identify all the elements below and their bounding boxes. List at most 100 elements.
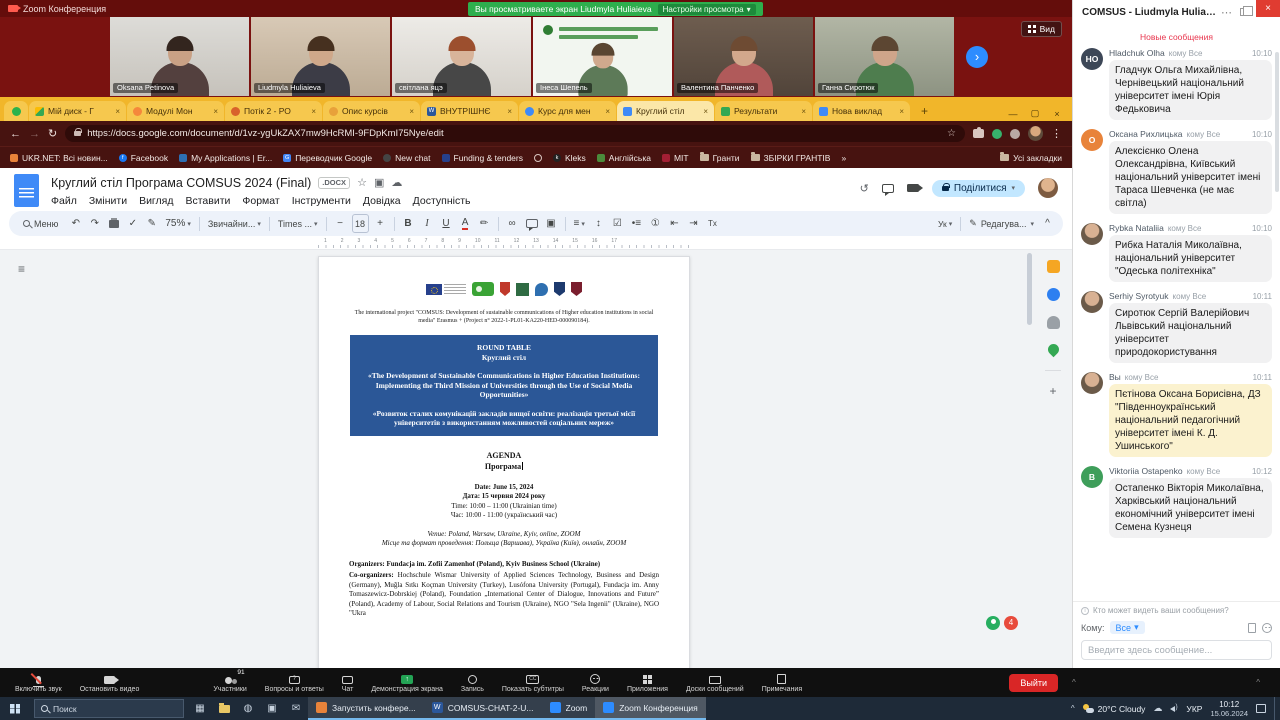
bookmark-star-icon[interactable]: ☆ — [947, 128, 956, 139]
bookmark-facebook[interactable]: f Facebook — [119, 153, 168, 163]
onedrive-icon[interactable]: ☁ — [1153, 703, 1162, 714]
chat-message-list[interactable]: HO Hladchuk Olha кому Все 10:10 Гладчук … — [1073, 46, 1280, 601]
participants-button[interactable]: 91 Участники — [204, 673, 255, 693]
close-tab-icon[interactable]: × — [311, 107, 316, 116]
bookmark-folder-grant-collections[interactable]: ЗБІРКИ ГРАНТІВ — [751, 153, 831, 163]
spellcheck-button[interactable]: ✓ — [125, 214, 140, 233]
increase-indent-button[interactable]: ⇥ — [686, 214, 701, 233]
chat-scrollbar[interactable] — [1275, 52, 1279, 192]
bookmark-mit[interactable]: MIT — [662, 153, 689, 163]
tab-results[interactable]: Результати × — [715, 101, 812, 121]
collapse-toolbar-button[interactable]: ^ — [1040, 214, 1055, 233]
checklist-button[interactable]: ☑ — [610, 214, 625, 233]
unmute-button[interactable]: Включить звук — [6, 673, 71, 693]
maps-icon[interactable] — [1045, 342, 1061, 358]
menu-insert[interactable]: Вставити — [179, 194, 236, 208]
chevron-up-icon[interactable]: ^ — [1072, 678, 1076, 687]
taskbar-app-zoom-meeting[interactable]: Zoom Конференция — [595, 697, 706, 720]
taskbar-app-zoom-launcher[interactable]: Запустить конфере... — [308, 697, 424, 720]
close-tab-icon[interactable]: × — [409, 107, 414, 116]
tab-course-mgmt[interactable]: Курс для мен × — [519, 101, 616, 121]
menu-edit[interactable]: Змінити — [83, 194, 133, 208]
reaction-badge-icon[interactable] — [986, 616, 1000, 630]
volume-icon[interactable] — [1170, 706, 1175, 712]
reactions-button[interactable]: Реакции — [573, 673, 618, 693]
line-spacing-button[interactable]: ↕ — [591, 214, 606, 233]
italic-button[interactable]: I — [420, 214, 435, 233]
extensions-icon[interactable] — [973, 129, 984, 138]
recipient-selector[interactable]: Все ▾ — [1110, 621, 1145, 634]
decrease-indent-button[interactable]: ⇤ — [667, 214, 682, 233]
share-button[interactable]: Поділитися ▾ — [932, 180, 1025, 197]
view-options-button[interactable]: Настройки просмотра ▾ — [658, 4, 756, 15]
paint-format-button[interactable]: ✎ — [144, 214, 159, 233]
forward-icon[interactable]: → — [29, 128, 40, 140]
font-size-input[interactable]: 18 — [352, 214, 369, 233]
notification-count-badge[interactable]: 4 — [1004, 616, 1018, 630]
menu-accessibility[interactable]: Доступність — [407, 194, 477, 208]
record-button[interactable]: Запись — [452, 673, 493, 693]
emoji-icon[interactable] — [1262, 623, 1272, 633]
add-addon-icon[interactable]: + — [1049, 386, 1056, 396]
attach-file-icon[interactable] — [1248, 623, 1256, 633]
bulleted-list-button[interactable]: •≡ — [629, 214, 644, 233]
bookmark-ukrnet[interactable]: UKR.NET: Всі новин... — [10, 153, 108, 163]
styles-select[interactable]: Звичайни...▾ — [206, 214, 263, 233]
chat-message[interactable]: В Viktoriia Ostapenko кому Все 10:12 Ост… — [1081, 466, 1272, 538]
close-tab-icon[interactable]: × — [801, 107, 806, 116]
close-tab-icon[interactable]: × — [703, 107, 708, 116]
qa-button[interactable]: ? Вопросы и ответы — [256, 673, 333, 693]
taskbar-app-comsus-doc[interactable]: W COMSUS-CHAT-2-U... — [424, 697, 542, 720]
editing-mode-select[interactable]: ✎ Редагува... ▾ — [967, 214, 1036, 233]
next-participants-button[interactable]: › — [966, 46, 988, 68]
pinned-tab[interactable] — [4, 101, 28, 121]
action-center-icon[interactable] — [1256, 704, 1266, 713]
clear-formatting-button[interactable]: Tx — [705, 214, 720, 233]
taskbar-app-zoom[interactable]: Zoom — [542, 697, 596, 720]
taskbar-search[interactable]: Поиск — [34, 699, 184, 718]
tab-new-lecture[interactable]: Нова виклад × — [813, 101, 910, 121]
task-view-icon[interactable]: ▦ — [188, 697, 212, 720]
reload-icon[interactable]: ↻ — [48, 127, 57, 140]
close-button[interactable]: × — [1046, 109, 1068, 119]
menu-tools[interactable]: Інструменти — [286, 194, 357, 208]
tab-drive[interactable]: Мій диск - Г × — [29, 101, 126, 121]
participant-video[interactable]: світлана яцэ — [392, 17, 531, 96]
chat-message-input[interactable] — [1081, 640, 1272, 660]
bookmark-translate[interactable]: G Переводчик Google — [283, 153, 372, 163]
close-tab-icon[interactable]: × — [605, 107, 610, 116]
participant-video[interactable]: Liudmyla Huliaieva — [251, 17, 390, 96]
print-button[interactable] — [106, 214, 121, 233]
back-icon[interactable]: ← — [10, 128, 21, 140]
move-folder-icon[interactable]: ▣ — [374, 176, 384, 189]
bookmarks-overflow-icon[interactable]: » — [841, 153, 846, 163]
captions-button[interactable]: CC Показать субтитры — [493, 673, 573, 693]
redo-button[interactable]: ↷ — [87, 214, 102, 233]
participant-video[interactable]: Ганна Сиротюк — [815, 17, 954, 96]
tab-courses[interactable]: Опис курсів × — [323, 101, 420, 121]
document-outline-icon[interactable]: ≡ — [18, 262, 25, 276]
document-title[interactable]: Круглий стіл Програма COMSUS 2024 (Final… — [51, 176, 311, 190]
insert-link-button[interactable]: ∞ — [505, 214, 520, 233]
menu-view[interactable]: Вигляд — [133, 194, 179, 208]
decrease-font-button[interactable]: − — [333, 214, 348, 233]
document-canvas[interactable]: ≡ The international pro — [0, 250, 1072, 668]
chevron-down-icon[interactable]: ▾ — [1011, 184, 1015, 192]
bookmark-folder-grants[interactable]: Гранти — [700, 153, 740, 163]
tasks-icon[interactable] — [1047, 288, 1060, 301]
close-window-button[interactable]: × — [1256, 0, 1280, 17]
contacts-icon[interactable] — [1047, 316, 1060, 329]
apps-button[interactable]: Приложения — [618, 673, 677, 693]
participant-video[interactable]: Oksana Petinova — [110, 17, 249, 96]
view-layout-button[interactable]: Вид — [1021, 21, 1062, 37]
tab-potik[interactable]: Потік 2 - РО × — [225, 101, 322, 121]
stop-video-button[interactable]: Остановить видео — [71, 673, 149, 693]
star-icon[interactable]: ☆ — [357, 176, 367, 189]
participant-video[interactable]: Валентина Панченко — [674, 17, 813, 96]
close-tab-icon[interactable]: × — [899, 107, 904, 116]
toolbar-search-menus[interactable]: Меню — [17, 214, 64, 233]
url-box[interactable]: https://docs.google.com/document/d/1vz-y… — [65, 125, 965, 142]
taskbar-clock[interactable]: 10:12 15.06.2024 — [1210, 700, 1248, 718]
ruler[interactable]: 1 2 3 4 5 6 7 8 9 10 11 12 13 14 15 16 1… — [0, 237, 1072, 250]
add-comment-button[interactable] — [524, 214, 540, 233]
